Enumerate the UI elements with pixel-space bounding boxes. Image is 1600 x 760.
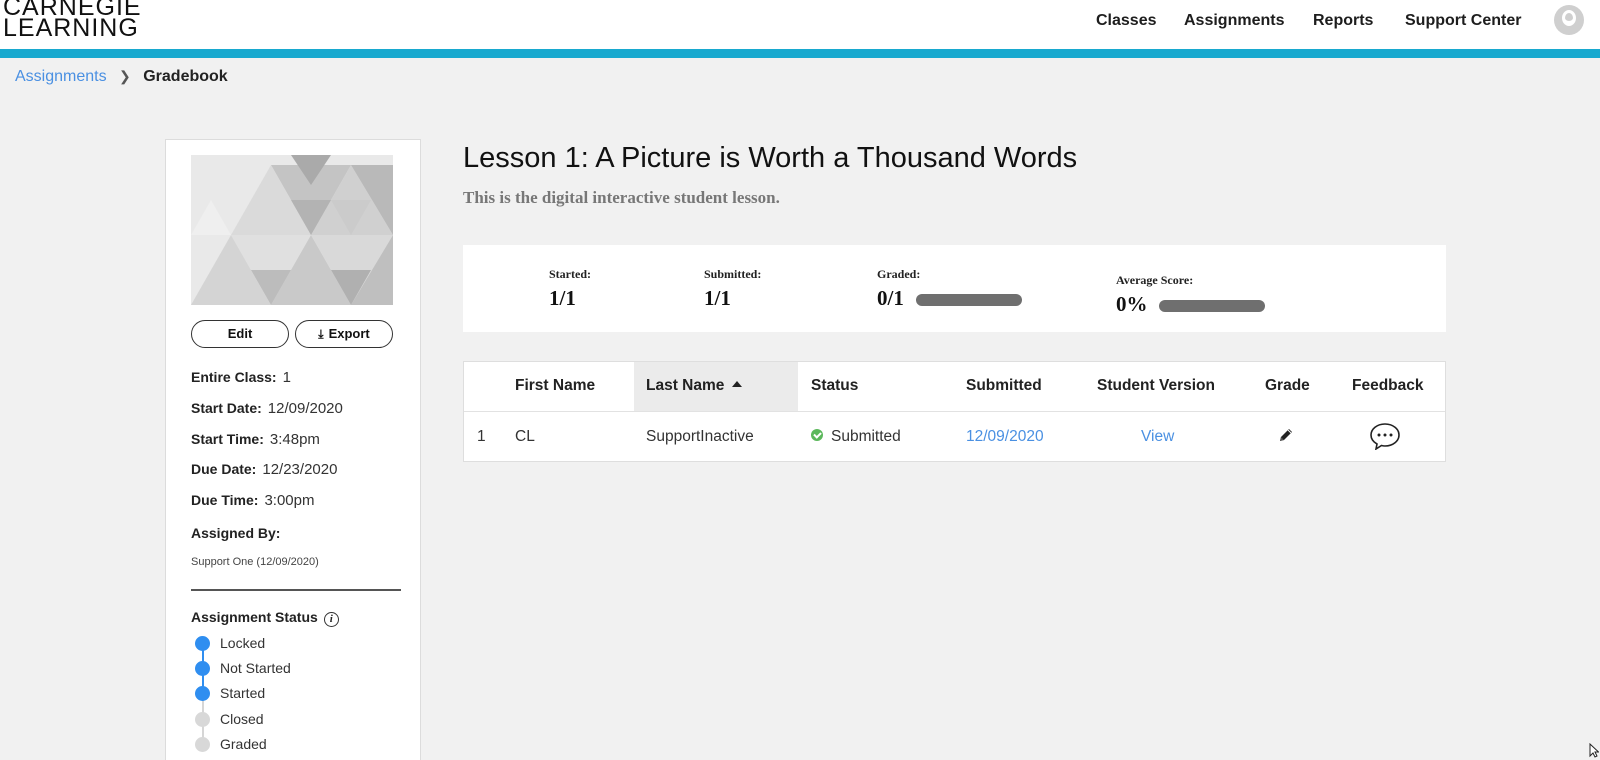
mouse-cursor-icon (1589, 743, 1599, 758)
stat-started-value: 1/1 (549, 286, 576, 310)
breadcrumb: Assignments ❯ Gradebook (15, 68, 228, 86)
assigned-by-value: Support One (12/09/2020) (191, 556, 319, 568)
edit-button[interactable]: Edit (191, 320, 289, 348)
lesson-thumbnail-image (191, 155, 393, 305)
chevron-right-icon: ❯ (119, 68, 131, 84)
status-step-label: Started (220, 685, 266, 701)
stats-panel: Started: 1/1 Submitted: 1/1 Graded: 0/1 … (463, 245, 1446, 332)
status-dot-active-icon (195, 661, 210, 676)
column-header-submitted[interactable]: Submitted (966, 377, 1042, 395)
stat-average-label: Average Score: (1116, 273, 1194, 287)
lesson-subtitle: This is the digital interactive student … (463, 188, 780, 207)
status-dot-active-icon (195, 686, 210, 701)
cell-submitted-date-link[interactable]: 12/09/2020 (966, 428, 1044, 446)
gradebook-table: First Name Last Name Status Submitted St… (463, 361, 1446, 462)
stat-submitted-value: 1/1 (704, 286, 731, 310)
start-date-value: 12/09/2020 (267, 400, 343, 417)
table-row: 1 CL SupportInactive Submitted 12/09/202… (464, 412, 1445, 462)
assignment-status-label: Assignment Status (191, 609, 318, 625)
status-step-label: Not Started (220, 660, 291, 676)
breadcrumb-assignments-link[interactable]: Assignments (15, 68, 107, 85)
status-dot-inactive-icon (195, 737, 210, 752)
header-accent-strip (0, 49, 1600, 58)
column-header-last-name[interactable]: Last Name (646, 377, 743, 395)
start-date-label: Start Date: (191, 400, 262, 416)
stat-graded-value: 0/1 (877, 286, 904, 310)
nav-assignments[interactable]: Assignments (1184, 12, 1284, 30)
column-header-feedback[interactable]: Feedback (1352, 377, 1424, 395)
due-time-label: Due Time: (191, 492, 259, 508)
assigned-by-label: Assigned By: (191, 525, 281, 541)
export-button[interactable]: ⤓ Export (295, 320, 393, 348)
cell-status: Submitted (811, 428, 901, 446)
status-dot-active-icon (195, 636, 210, 651)
start-time-row: Start Time: 3:48pm (191, 431, 320, 448)
triangle-pattern-image (191, 155, 393, 305)
entire-class-label: Entire Class: (191, 369, 277, 385)
assignment-status-title: Assignment Status i (191, 609, 339, 627)
stat-graded-label: Graded: (877, 267, 921, 281)
graded-progress-bar (916, 294, 1022, 306)
nav-classes[interactable]: Classes (1096, 12, 1157, 30)
column-header-last-name-label: Last Name (646, 377, 725, 394)
column-header-first-name[interactable]: First Name (515, 377, 595, 395)
pencil-icon (1280, 429, 1292, 441)
feedback-button[interactable] (1369, 422, 1401, 455)
table-header: First Name Last Name Status Submitted St… (464, 362, 1445, 412)
sort-ascending-icon (732, 381, 743, 387)
due-date-label: Due Date: (191, 461, 257, 477)
carnegie-learning-logo[interactable]: CARNEGIE LEARNING (3, 0, 143, 43)
breadcrumb-current: Gradebook (143, 68, 228, 85)
status-dot-inactive-icon (195, 712, 210, 727)
export-button-label: Export (328, 326, 370, 341)
speech-bubble-icon (1370, 423, 1400, 451)
column-header-grade[interactable]: Grade (1265, 377, 1310, 395)
due-date-row: Due Date: 12/23/2020 (191, 461, 337, 478)
cell-first-name: CL (515, 428, 535, 445)
column-header-status[interactable]: Status (811, 377, 858, 395)
lesson-title: Lesson 1: A Picture is Worth a Thousand … (463, 142, 1078, 174)
nav-support-center[interactable]: Support Center (1405, 12, 1521, 30)
nav-reports[interactable]: Reports (1313, 12, 1373, 30)
due-time-row: Due Time: 3:00pm (191, 492, 314, 509)
start-time-label: Start Time: (191, 431, 264, 447)
info-icon[interactable]: i (323, 612, 339, 627)
cell-last-name: SupportInactive (646, 428, 754, 445)
entire-class-value: 1 (282, 369, 291, 386)
check-circle-icon (811, 429, 823, 441)
due-date-value: 12/23/2020 (262, 461, 338, 478)
due-time-value: 3:00pm (264, 492, 315, 509)
assignment-details-card: Edit ⤓ Export Entire Class: 1 Start Date: 1… (165, 139, 421, 760)
cell-status-label: Submitted (831, 428, 901, 445)
start-time-value: 3:48pm (269, 431, 320, 448)
download-icon: ⤓ (318, 327, 324, 341)
sidebar-divider (191, 589, 401, 591)
column-header-student-version[interactable]: Student Version (1097, 377, 1215, 395)
view-student-version-link[interactable]: View (1141, 428, 1174, 446)
stat-submitted-label: Submitted: (704, 267, 762, 281)
stat-started-label: Started: (549, 267, 591, 281)
top-bar: CARNEGIE LEARNING Classes Assignments Re… (0, 0, 1600, 49)
stat-submitted: Submitted: 1/1 (704, 267, 761, 311)
logo-line-2: LEARNING (3, 14, 139, 42)
status-step-label: Graded (220, 736, 267, 752)
status-step-label: Locked (220, 635, 266, 651)
avatar-head-shape (1562, 10, 1576, 26)
row-index: 1 (477, 428, 486, 445)
user-avatar-icon[interactable] (1554, 5, 1584, 35)
status-step-label: Closed (220, 711, 264, 727)
grade-pencil-icon[interactable] (1277, 426, 1295, 449)
assigned-by-row: Assigned By: (191, 525, 286, 541)
entire-class-row: Entire Class: 1 (191, 369, 291, 386)
average-score-progress-bar (1159, 300, 1265, 312)
start-date-row: Start Date: 12/09/2020 (191, 400, 343, 417)
stat-graded: Graded: 0/1 (877, 267, 920, 311)
stat-started: Started: 1/1 (549, 267, 591, 311)
